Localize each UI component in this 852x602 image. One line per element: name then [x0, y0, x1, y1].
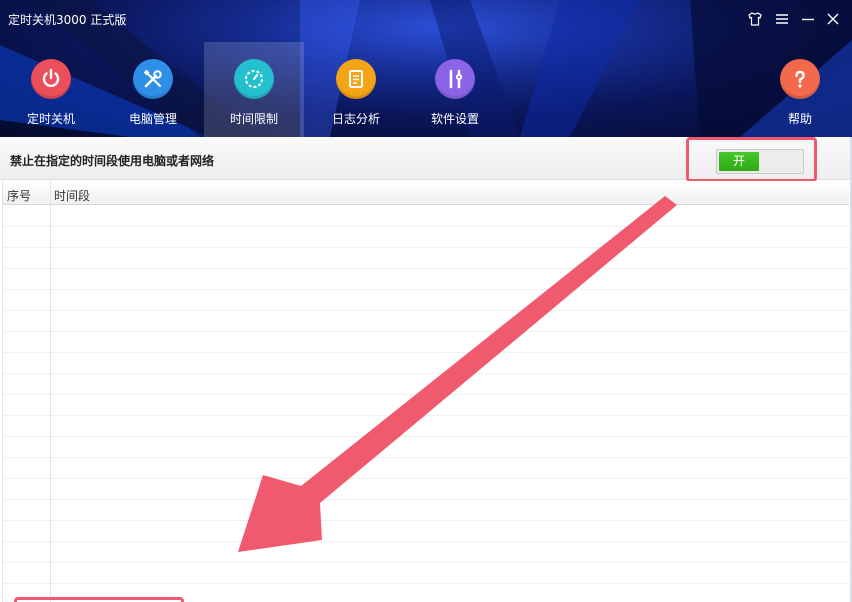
- table-row: [3, 206, 849, 227]
- table-row: [3, 542, 849, 563]
- column-header-period: 时间段: [54, 189, 91, 203]
- table-row: [3, 374, 849, 395]
- table-header: 序号 时间段: [3, 181, 849, 205]
- nav-log-analysis[interactable]: 日志分析: [306, 42, 406, 137]
- nav-label: 电脑管理: [128, 112, 177, 126]
- table-row: [3, 290, 849, 311]
- window-title: 定时关机3000 正式版: [8, 13, 127, 27]
- table-row: [3, 458, 849, 479]
- table-row: [3, 227, 849, 248]
- nav-icon-circle: [435, 59, 475, 99]
- table-row: [3, 353, 849, 374]
- log-icon: [349, 70, 363, 88]
- skin-button[interactable]: [744, 8, 766, 30]
- minimize-icon: [802, 18, 814, 21]
- bottom-highlight-box: [14, 597, 184, 602]
- table-row: [3, 521, 849, 542]
- close-icon: [827, 13, 839, 25]
- menu-icon: [776, 14, 788, 24]
- table-row: [3, 437, 849, 458]
- nav-icon-circle: [31, 59, 71, 99]
- table-row: [3, 269, 849, 290]
- table-row: [3, 332, 849, 353]
- nav-label: 帮助: [787, 112, 812, 126]
- nav-shutdown[interactable]: 定时关机: [1, 42, 101, 137]
- minimize-button[interactable]: [797, 8, 819, 30]
- menu-button[interactable]: [771, 8, 793, 30]
- nav-pc-management[interactable]: 电脑管理: [103, 42, 203, 137]
- table-row: [3, 563, 849, 584]
- rule-description: 禁止在指定的时间段使用电脑或者网络: [10, 154, 215, 168]
- table-row: [3, 416, 849, 437]
- nav-label: 定时关机: [26, 112, 75, 126]
- table-row: [3, 500, 849, 521]
- nav-icon-circle: [234, 59, 274, 99]
- timer-icon: [245, 70, 263, 88]
- help-icon: [795, 70, 805, 88]
- power-icon: [42, 68, 60, 88]
- nav-label: 时间限制: [229, 112, 278, 126]
- nav-time-limit[interactable]: 时间限制: [204, 42, 304, 137]
- app-header: 定时关机3000 正式版 定时关机 电脑管理 时间限制 日志分析 软件设置 帮助: [0, 0, 852, 137]
- table-row: [3, 479, 849, 500]
- shirt-icon: [748, 12, 762, 26]
- close-button[interactable]: [822, 8, 844, 30]
- nav-label: 软件设置: [430, 112, 479, 126]
- settings-icon: [449, 69, 463, 89]
- nav-software-settings[interactable]: 软件设置: [405, 42, 505, 137]
- table-row: [3, 311, 849, 332]
- table-row: [3, 248, 849, 269]
- nav-icon-circle: [133, 59, 173, 99]
- tools-icon: [143, 69, 162, 88]
- nav-help[interactable]: 帮助: [750, 42, 850, 137]
- toggle-highlight-box: [686, 137, 817, 182]
- time-period-table: 序号 时间段: [2, 181, 849, 602]
- nav-icon-circle: [336, 59, 376, 99]
- column-divider: [50, 181, 51, 602]
- nav-icon-circle: [780, 59, 820, 99]
- column-header-index: 序号: [7, 189, 32, 203]
- nav-label: 日志分析: [331, 112, 380, 126]
- table-row: [3, 395, 849, 416]
